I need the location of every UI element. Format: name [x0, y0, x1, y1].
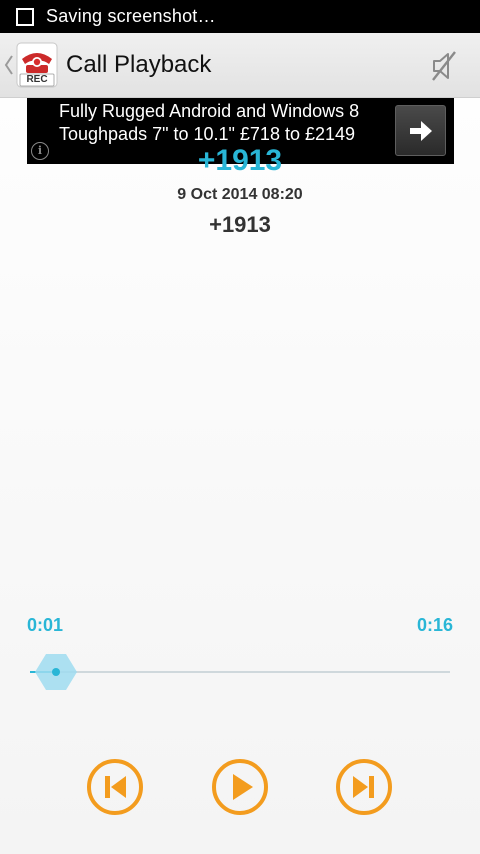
- page-title: Call Playback: [66, 51, 212, 78]
- play-button[interactable]: [211, 758, 269, 816]
- skip-previous-button[interactable]: [86, 758, 144, 816]
- rec-badge: REC: [26, 74, 48, 85]
- screenshot-status-icon: [16, 7, 34, 26]
- seek-thumb[interactable]: [34, 653, 78, 691]
- arrow-right-icon: [409, 120, 432, 141]
- caller-number: +1913: [209, 212, 271, 237]
- skip-next-button[interactable]: [335, 758, 393, 816]
- elapsed-time: 0:01: [27, 615, 64, 635]
- chevron-left-icon[interactable]: [4, 51, 14, 79]
- status-text: Saving screenshot…: [46, 6, 216, 26]
- skip-previous-icon: [87, 759, 143, 815]
- ad-text[interactable]: Fully Rugged Android and Windows 8 Tough…: [59, 100, 389, 146]
- status-bar: Saving screenshot…: [0, 0, 480, 33]
- speaker-muted-icon[interactable]: [426, 48, 462, 84]
- playback-controls: [0, 758, 480, 818]
- skip-next-icon: [336, 759, 392, 815]
- seek-bar[interactable]: [30, 654, 450, 690]
- total-time: 0:16: [416, 615, 453, 635]
- caller-display: +1913: [197, 144, 283, 177]
- call-datetime: 9 Oct 2014 08:20: [177, 186, 303, 203]
- action-bar: REC Call Playback: [0, 33, 480, 98]
- play-icon: [212, 759, 268, 815]
- rec-phone-icon[interactable]: REC: [16, 42, 58, 88]
